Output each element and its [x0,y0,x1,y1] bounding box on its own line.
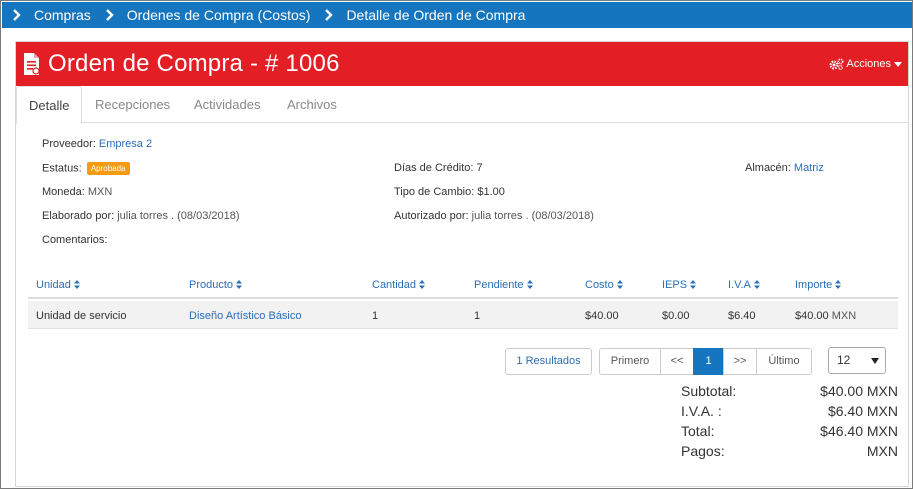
cell-importe: $40.00 MXN [795,310,857,322]
breadcrumb-label: Compras [34,7,91,23]
dias-credito-value: 7 [476,162,483,174]
moneda-label: Moneda: [42,186,85,198]
elaborado-field: Elaborado por: julia torres . (08/03/201… [42,210,240,222]
subtotal-value: $40.00 MXN [820,383,898,399]
dias-credito-label: Días de Crédito: [394,162,474,174]
last-page-button[interactable]: Último [756,348,812,375]
page-size-value: 12 [837,353,851,367]
tab-detalle[interactable]: Detalle [16,86,83,124]
tab-recepciones[interactable]: Recepciones [95,86,170,123]
cell-ieps: $0.00 [662,310,690,322]
results-count: 1 Resultados [505,348,592,375]
breadcrumb-label: Detalle de Orden de Compra [346,7,526,23]
page-1-button[interactable]: 1 [693,348,724,375]
column-header-producto[interactable]: Producto [189,279,243,291]
moneda-value: MXN [87,186,113,198]
sort-icon [419,280,426,289]
document-icon [24,53,40,75]
pagos-label: Pagos: [681,443,725,459]
page-size-select[interactable]: 12 [828,347,886,374]
breadcrumb-label: Ordenes de Compra (Costos) [126,7,311,23]
cell-pendiente: 1 [474,310,481,322]
breadcrumb-item-ordenes[interactable]: Ordenes de Compra (Costos) [105,7,311,23]
page-title: Orden de Compra - # 1006 [48,50,340,77]
actions-label: Acciones [846,58,891,70]
almacen-link[interactable]: Matriz [794,162,824,174]
cell-iva: $6.40 [728,310,756,322]
dias-credito-field: Días de Crédito: 7 [394,162,483,174]
iva-label: I.V.A. : [681,403,722,419]
cell-unidad: Unidad de servicio [36,310,127,322]
column-header-costo[interactable]: Costo [585,279,623,291]
tab-actividades[interactable]: Actividades [194,86,260,123]
subtotal-label: Subtotal: [681,383,737,399]
chevron-down-icon [871,358,879,364]
proveedor-label: Proveedor: [42,138,96,150]
estatus-field: Estatus: Aprobada [42,162,130,175]
cell-cantidad: 1 [372,310,379,322]
sort-icon [835,280,842,289]
status-badge: Aprobada [86,162,130,175]
total-value: $46.40 MXN [820,423,898,439]
pagination: Primero << 1 >> Último [599,348,812,375]
almacen-field: Almacén: Matriz [745,162,824,174]
table-row: Unidad de servicio Diseño Artístico Bási… [28,301,898,329]
elaborado-label: Elaborado por: [42,210,115,222]
next-page-button[interactable]: >> [723,348,757,375]
autorizado-value: julia torres . (08/03/2018) [471,210,594,222]
sort-icon [526,280,533,289]
total-label: Total: [681,423,715,439]
moneda-field: Moneda: MXN [42,186,112,198]
tab-archivos[interactable]: Archivos [287,86,337,123]
iva-value: $6.40 MXN [827,403,898,419]
proveedor-link[interactable]: Empresa 2 [99,138,152,150]
prev-page-button[interactable]: << [660,348,694,375]
tipo-cambio-field: Tipo de Cambio: $1.00 [394,186,505,198]
card-header: Orden de Compra - # 1006 Acciones [16,42,908,86]
caret-down-icon [894,61,902,67]
column-header-iva[interactable]: I.V.A [728,279,760,291]
tipo-cambio-label: Tipo de Cambio: [394,186,475,198]
elaborado-value: julia torres . (08/03/2018) [117,210,240,222]
comentarios-field: Comentarios: [42,234,107,246]
sort-icon [616,280,623,289]
breadcrumb-item-detalle[interactable]: Detalle de Orden de Compra [324,7,525,23]
order-card: Orden de Compra - # 1006 Acciones Detall… [15,41,909,487]
app-frame: Compras Ordenes de Compra (Costos) Detal… [0,0,913,489]
cell-costo: $40.00 [585,310,619,322]
estatus-label: Estatus: [42,162,82,175]
column-header-pendiente[interactable]: Pendiente [474,279,533,291]
column-header-importe[interactable]: Importe [795,279,842,291]
tipo-cambio-value: $1.00 [477,186,505,198]
gears-icon [829,58,844,70]
tab-bar: Detalle Recepciones Actividades Archivos [16,86,908,124]
autorizado-label: Autorizado por: [394,210,469,222]
sort-icon [73,280,80,289]
sort-icon [690,280,697,289]
chevron-right-icon [13,9,21,21]
proveedor-field: Proveedor: Empresa 2 [42,138,152,150]
actions-dropdown[interactable]: Acciones [829,58,902,70]
first-page-button[interactable]: Primero [599,348,661,375]
column-header-ieps[interactable]: IEPS [662,279,697,291]
almacen-label: Almacén: [745,162,791,174]
breadcrumb: Compras Ordenes de Compra (Costos) Detal… [2,2,912,28]
column-header-cantidad[interactable]: Cantidad [372,279,426,291]
pagos-value: MXN [866,443,898,459]
sort-icon [753,280,760,289]
autorizado-field: Autorizado por: julia torres . (08/03/20… [394,210,594,222]
chevron-right-icon [105,9,114,21]
chevron-right-icon [325,9,334,21]
table-header: Unidad Producto Cantidad Pendiente Costo… [28,273,898,299]
column-header-unidad[interactable]: Unidad [36,279,80,291]
cell-producto-link[interactable]: Diseño Artístico Básico [189,310,302,322]
sort-icon [236,280,243,289]
breadcrumb-item-compras[interactable]: Compras [12,7,91,23]
comentarios-label: Comentarios: [42,234,108,246]
